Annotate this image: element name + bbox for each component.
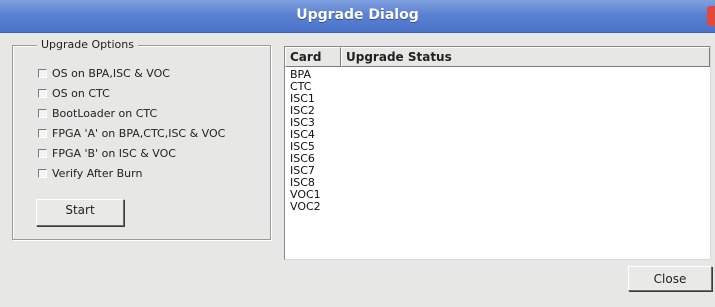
checkbox[interactable]	[38, 88, 47, 98]
option-verify-after-burn[interactable]: Verify After Burn	[38, 166, 142, 180]
checkbox[interactable]	[38, 168, 47, 178]
checkbox[interactable]	[38, 68, 47, 78]
card-list: BPA CTC ISC1 ISC2 ISC3 ISC4 ISC5 ISC6 IS…	[290, 69, 321, 213]
title-bar[interactable]: Upgrade Dialog	[0, 0, 715, 33]
option-os-ctc[interactable]: OS on CTC	[38, 86, 110, 100]
table-row[interactable]: VOC2	[290, 201, 321, 213]
option-label: BootLoader on CTC	[52, 106, 158, 120]
option-fpga-a[interactable]: FPGA 'A' on BPA,CTC,ISC & VOC	[38, 126, 225, 140]
window-close-icon[interactable]	[707, 6, 715, 26]
option-fpga-b[interactable]: FPGA 'B' on ISC & VOC	[38, 146, 176, 160]
upgrade-options-label: Upgrade Options	[37, 38, 138, 52]
option-label: FPGA 'A' on BPA,CTC,ISC & VOC	[52, 126, 226, 140]
start-button[interactable]: Start	[36, 199, 124, 226]
checkbox[interactable]	[38, 108, 47, 118]
upgrade-status-table: Card Upgrade Status BPA CTC ISC1 ISC2 IS…	[284, 46, 711, 260]
column-header-upgrade-status[interactable]: Upgrade Status	[341, 47, 710, 67]
option-label: OS on CTC	[52, 86, 110, 100]
close-button[interactable]: Close	[628, 266, 712, 291]
option-label: Verify After Burn	[52, 166, 143, 180]
column-header-card[interactable]: Card	[285, 47, 341, 67]
option-os-bpa-isc-voc[interactable]: OS on BPA,ISC & VOC	[38, 66, 170, 80]
option-label: OS on BPA,ISC & VOC	[52, 66, 170, 80]
option-bootloader-ctc[interactable]: BootLoader on CTC	[38, 106, 157, 120]
option-label: FPGA 'B' on ISC & VOC	[52, 146, 176, 160]
checkbox[interactable]	[38, 128, 47, 138]
checkbox[interactable]	[38, 148, 47, 158]
upgrade-dialog-window: Upgrade Dialog Upgrade Options OS on BPA…	[0, 0, 715, 307]
window-title: Upgrade Dialog	[296, 7, 419, 23]
